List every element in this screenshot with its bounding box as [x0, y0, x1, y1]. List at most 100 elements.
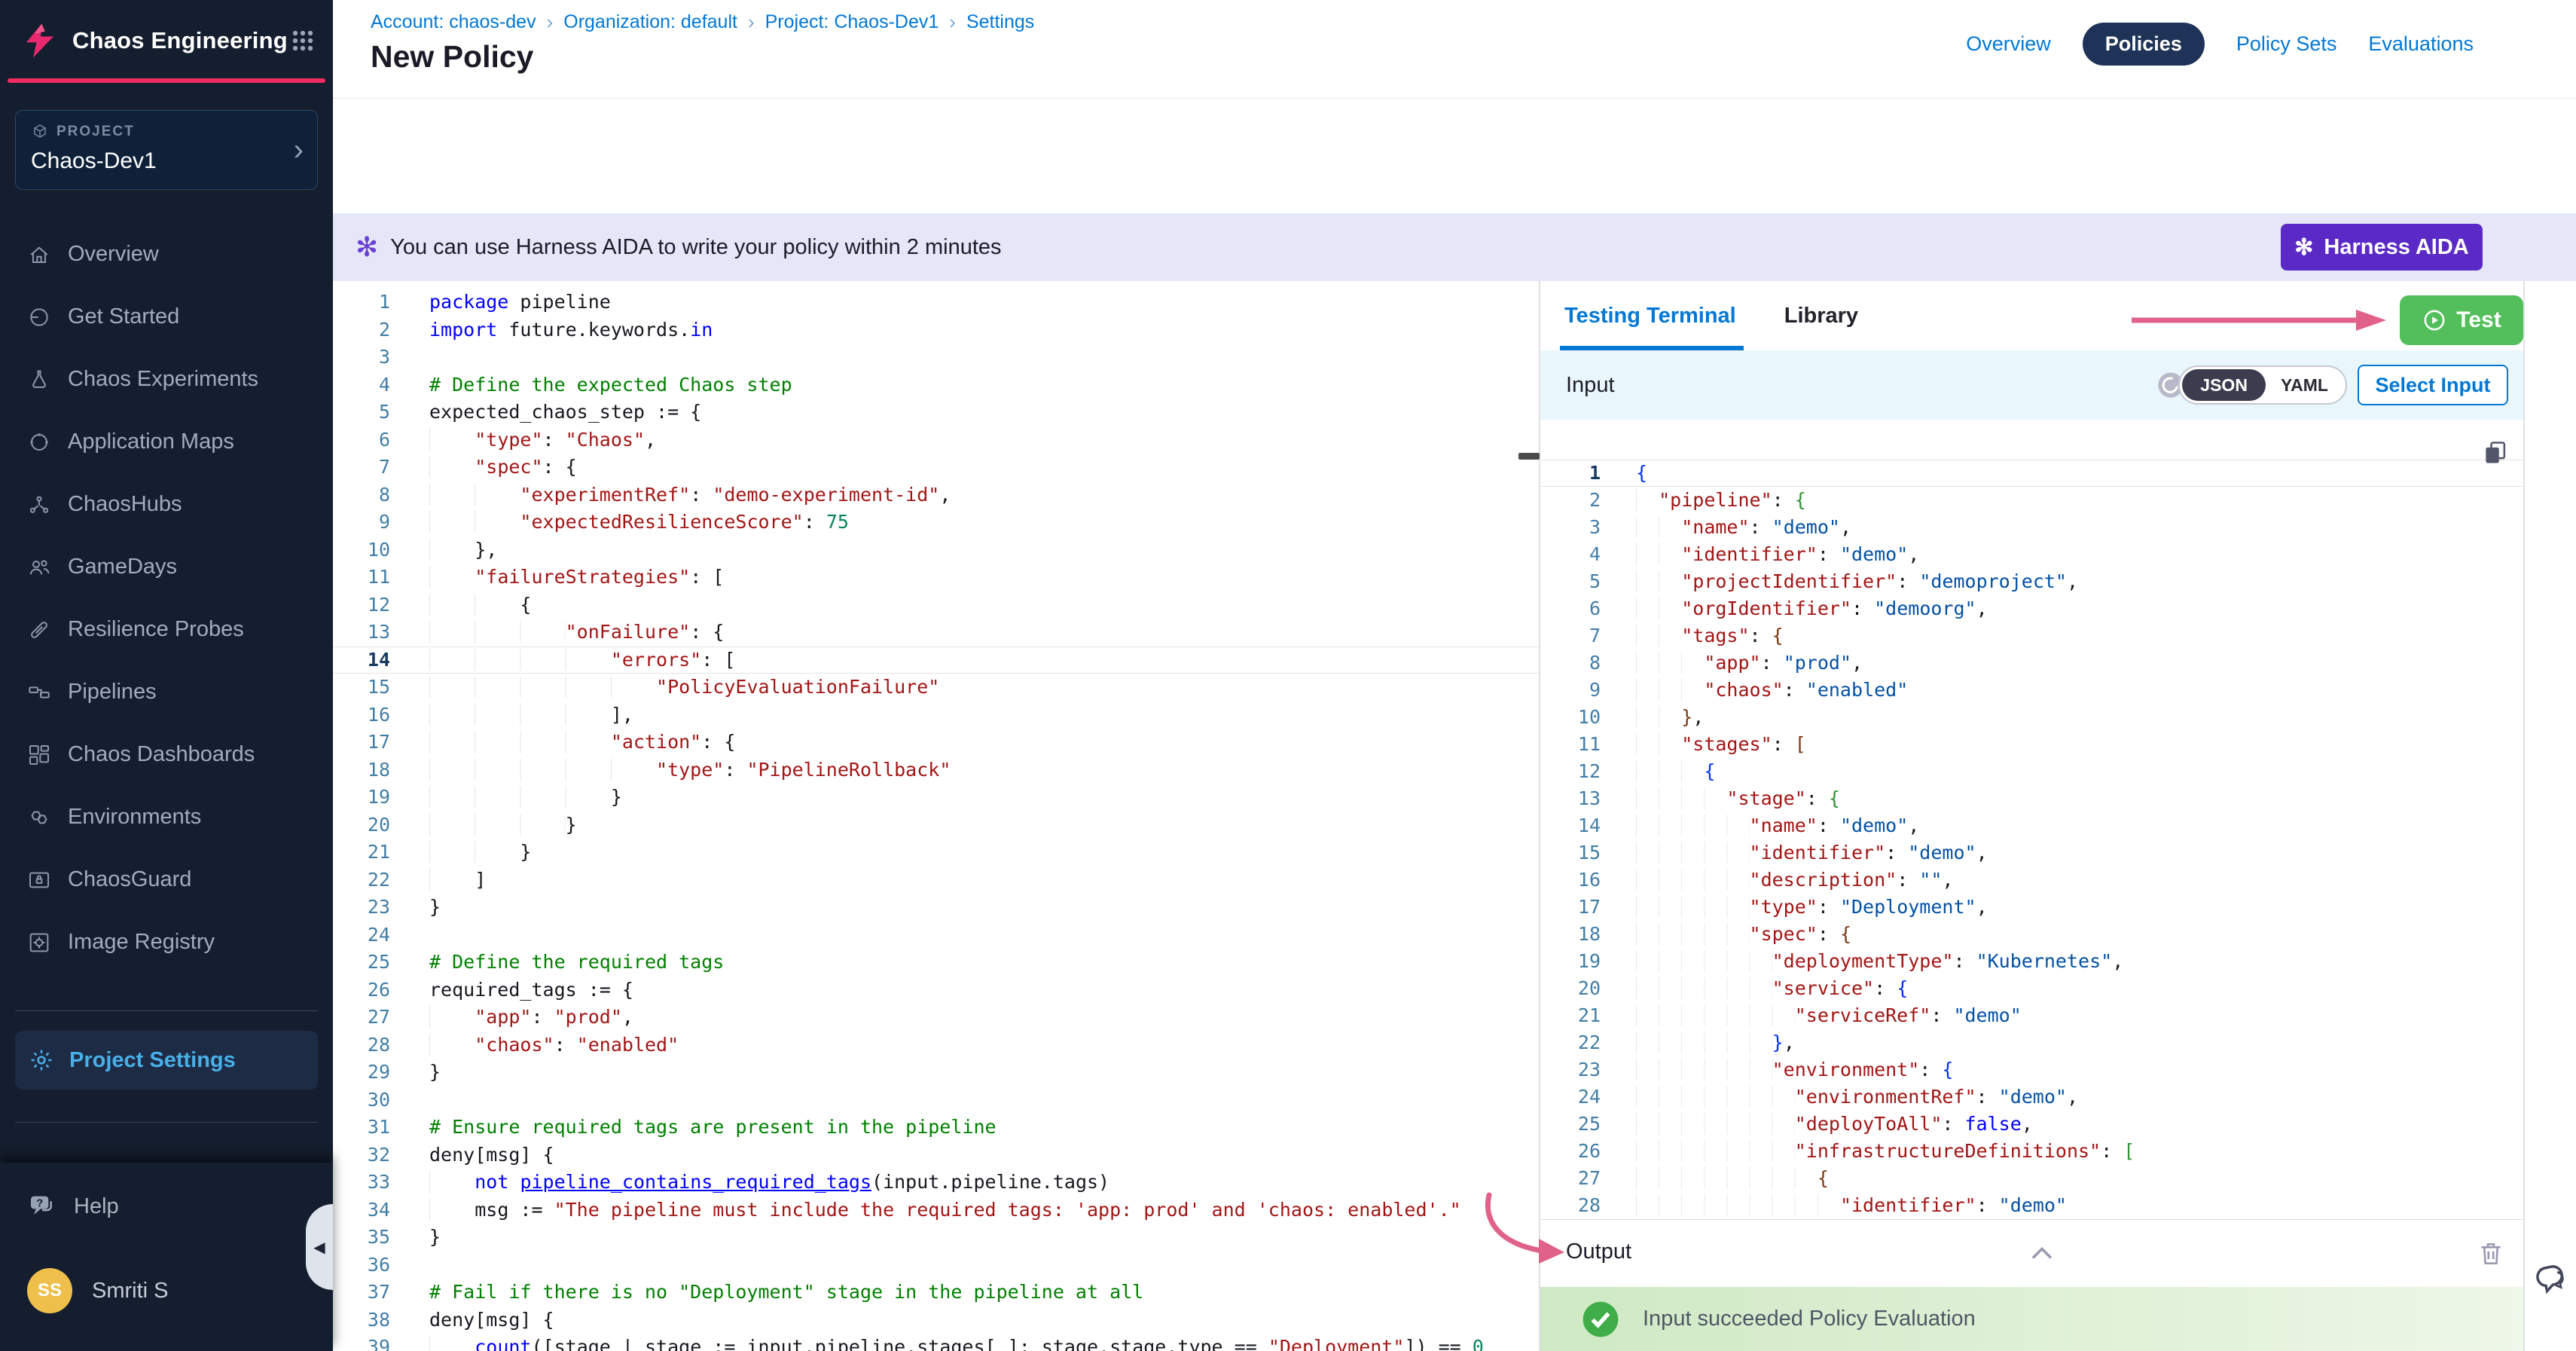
code-line-18[interactable]: 18 "spec": { — [1540, 921, 2523, 948]
code-line-20[interactable]: 20 "service": { — [1540, 975, 2523, 1002]
code-line-37[interactable]: 37# Fail if there is no "Deployment" sta… — [333, 1279, 1539, 1307]
code-line-26[interactable]: 26required_tags := { — [333, 977, 1539, 1004]
breadcrumb-link-account-chaos-dev[interactable]: Account: chaos-dev — [371, 11, 536, 33]
code-line-4[interactable]: 4 "identifier": "demo", — [1540, 541, 2523, 568]
code-line-9[interactable]: 9 "expectedResilienceScore": 75 — [333, 509, 1539, 536]
code-line-16[interactable]: 16 "description": "", — [1540, 867, 2523, 894]
top-nav-policies[interactable]: Policies — [2083, 23, 2205, 66]
code-line-24[interactable]: 24 "environmentRef": "demo", — [1540, 1084, 2523, 1111]
top-nav-evaluations[interactable]: Evaluations — [2368, 32, 2474, 56]
code-line-12[interactable]: 12 { — [1540, 758, 2523, 785]
harness-aida-button[interactable]: ✻ Harness AIDA — [2281, 224, 2483, 271]
top-nav-overview[interactable]: Overview — [1966, 32, 2051, 56]
sidebar-item-application-maps[interactable]: Application Maps — [0, 411, 333, 473]
code-line-13[interactable]: 13 "stage": { — [1540, 785, 2523, 812]
code-line-16[interactable]: 16 ], — [333, 701, 1539, 729]
code-line-33[interactable]: 33 not pipeline_contains_required_tags(i… — [333, 1169, 1539, 1197]
code-line-28[interactable]: 28 "chaos": "enabled" — [333, 1032, 1539, 1059]
code-line-38[interactable]: 38deny[msg] { — [333, 1307, 1539, 1334]
sidebar-item-chaosguard[interactable]: ChaosGuard — [0, 848, 333, 911]
sidebar-item-get-started[interactable]: Get Started — [0, 286, 333, 348]
code-line-25[interactable]: 25# Define the required tags — [333, 949, 1539, 977]
code-line-8[interactable]: 8 "experimentRef": "demo-experiment-id", — [333, 481, 1539, 509]
code-line-23[interactable]: 23 "environment": { — [1540, 1056, 2523, 1084]
code-line-10[interactable]: 10 }, — [333, 536, 1539, 564]
code-line-35[interactable]: 35} — [333, 1224, 1539, 1252]
tab-library[interactable]: Library — [1784, 281, 1858, 350]
code-line-7[interactable]: 7 "tags": { — [1540, 622, 2523, 650]
code-line-22[interactable]: 22 }, — [1540, 1029, 2523, 1056]
copy-icon[interactable] — [2481, 438, 2510, 468]
code-line-14[interactable]: 14 "name": "demo", — [1540, 812, 2523, 839]
code-line-9[interactable]: 9 "chaos": "enabled" — [1540, 677, 2523, 704]
policy-code-editor[interactable]: 1package pipeline2import future.keywords… — [333, 281, 1539, 1351]
code-line-21[interactable]: 21 "serviceRef": "demo" — [1540, 1002, 2523, 1029]
sidebar-item-overview[interactable]: Overview — [0, 223, 333, 286]
code-line-14[interactable]: 14 "errors": [ — [333, 646, 1539, 674]
code-line-6[interactable]: 6 "orgIdentifier": "demoorg", — [1540, 595, 2523, 622]
code-line-12[interactable]: 12 { — [333, 591, 1539, 619]
code-line-1[interactable]: 1{ — [1540, 460, 2523, 487]
code-line-25[interactable]: 25 "deployToAll": false, — [1540, 1111, 2523, 1138]
test-button[interactable]: Test — [2400, 295, 2523, 345]
sidebar-item-chaos-dashboards[interactable]: Chaos Dashboards — [0, 723, 333, 786]
code-line-34[interactable]: 34 msg := "The pipeline must include the… — [333, 1197, 1539, 1224]
pane-resize-handle[interactable] — [1518, 453, 1540, 460]
tab-testing-terminal[interactable]: Testing Terminal — [1564, 281, 1736, 350]
user-menu[interactable]: SS Smriti S — [27, 1268, 169, 1313]
breadcrumb-link-project-chaos-dev1[interactable]: Project: Chaos-Dev1 — [765, 11, 939, 33]
code-line-13[interactable]: 13 "onFailure": { — [333, 619, 1539, 646]
code-line-2[interactable]: 2 "pipeline": { — [1540, 487, 2523, 514]
sidebar-item-resilience-probes[interactable]: Resilience Probes — [0, 598, 333, 661]
code-line-21[interactable]: 21 } — [333, 839, 1539, 867]
feedback-chat-icon[interactable] — [2531, 1260, 2570, 1299]
top-nav-policy-sets[interactable]: Policy Sets — [2236, 32, 2337, 56]
code-line-19[interactable]: 19 "deploymentType": "Kubernetes", — [1540, 948, 2523, 975]
code-line-23[interactable]: 23} — [333, 894, 1539, 922]
sidebar-item-chaoshubs[interactable]: ChaosHubs — [0, 473, 333, 536]
code-line-15[interactable]: 15 "identifier": "demo", — [1540, 839, 2523, 867]
trash-icon[interactable] — [2477, 1238, 2505, 1270]
code-line-24[interactable]: 24 — [333, 922, 1539, 949]
apps-grid-icon[interactable] — [288, 26, 318, 56]
sidebar-collapse-button[interactable]: ◀ — [306, 1204, 333, 1290]
code-line-32[interactable]: 32deny[msg] { — [333, 1142, 1539, 1169]
sidebar-item-image-registry[interactable]: Image Registry — [0, 911, 333, 974]
code-line-27[interactable]: 27 { — [1540, 1165, 2523, 1192]
format-toggle[interactable]: JSON YAML — [2178, 365, 2347, 405]
code-line-17[interactable]: 17 "type": "Deployment", — [1540, 894, 2523, 921]
help-button[interactable]: ? Help — [27, 1191, 119, 1221]
breadcrumb-link-settings[interactable]: Settings — [966, 11, 1034, 33]
sidebar-item-environments[interactable]: Environments — [0, 786, 333, 848]
code-line-10[interactable]: 10 }, — [1540, 704, 2523, 731]
code-line-3[interactable]: 3 "name": "demo", — [1540, 514, 2523, 541]
code-line-7[interactable]: 7 "spec": { — [333, 454, 1539, 481]
code-line-3[interactable]: 3 — [333, 344, 1539, 371]
sidebar-item-pipelines[interactable]: Pipelines — [0, 661, 333, 723]
code-line-31[interactable]: 31# Ensure required tags are present in … — [333, 1114, 1539, 1142]
sidebar-item-gamedays[interactable]: GameDays — [0, 536, 333, 598]
toggle-option-json[interactable]: JSON — [2182, 369, 2266, 401]
code-line-29[interactable]: 29} — [333, 1059, 1539, 1087]
code-line-15[interactable]: 15 "PolicyEvaluationFailure" — [333, 674, 1539, 701]
code-line-8[interactable]: 8 "app": "prod", — [1540, 650, 2523, 677]
code-line-36[interactable]: 36 — [333, 1252, 1539, 1279]
toggle-option-yaml[interactable]: YAML — [2266, 375, 2343, 396]
code-line-1[interactable]: 1package pipeline — [333, 289, 1539, 316]
code-line-22[interactable]: 22 ] — [333, 867, 1539, 894]
code-line-18[interactable]: 18 "type": "PipelineRollback" — [333, 756, 1539, 784]
select-input-button[interactable]: Select Input — [2358, 365, 2508, 405]
project-selector[interactable]: PROJECT Chaos-Dev1 › — [15, 110, 318, 190]
code-line-26[interactable]: 26 "infrastructureDefinitions": [ — [1540, 1138, 2523, 1165]
code-line-20[interactable]: 20 } — [333, 812, 1539, 839]
code-line-11[interactable]: 11 "failureStrategies": [ — [333, 564, 1539, 591]
code-line-30[interactable]: 30 — [333, 1087, 1539, 1114]
sidebar-item-chaos-experiments[interactable]: Chaos Experiments — [0, 348, 333, 411]
code-line-39[interactable]: 39 count([stage | stage := input.pipelin… — [333, 1334, 1539, 1351]
code-line-17[interactable]: 17 "action": { — [333, 729, 1539, 756]
sidebar-item-project-settings[interactable]: Project Settings — [15, 1031, 318, 1090]
code-line-5[interactable]: 5 "projectIdentifier": "demoproject", — [1540, 568, 2523, 595]
code-line-4[interactable]: 4# Define the expected Chaos step — [333, 371, 1539, 399]
breadcrumb-link-organization-default[interactable]: Organization: default — [563, 11, 737, 33]
code-line-6[interactable]: 6 "type": "Chaos", — [333, 426, 1539, 454]
